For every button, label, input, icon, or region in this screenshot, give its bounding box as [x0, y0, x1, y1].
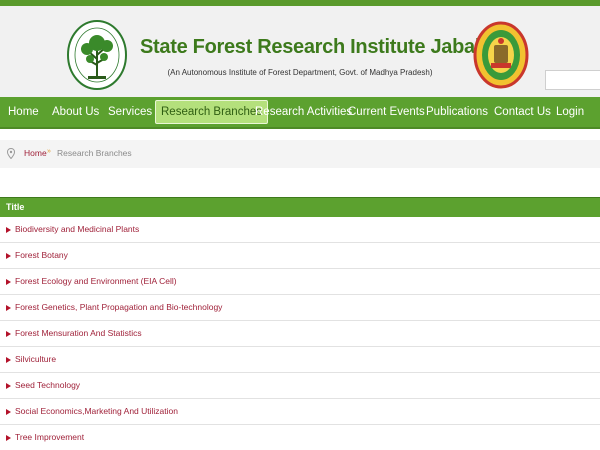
table-row: Biodiversity and Medicinal Plants — [0, 217, 600, 243]
main-nav: Home About Us Services Research Branches… — [0, 97, 600, 129]
nav-login[interactable]: Login — [556, 97, 584, 127]
research-branch-link[interactable]: Biodiversity and Medicinal Plants — [15, 224, 139, 234]
nav-research-branches[interactable]: Research Branches — [155, 100, 268, 124]
nav-services[interactable]: Services — [108, 97, 152, 127]
table-row: Silviculture — [0, 347, 600, 373]
table-row: Tree Improvement — [0, 425, 600, 450]
research-branch-link[interactable]: Silviculture — [15, 354, 56, 364]
table-row: Forest Botany — [0, 243, 600, 269]
caret-right-icon — [6, 331, 11, 337]
caret-right-icon — [6, 409, 11, 415]
research-branch-link[interactable]: Forest Genetics, Plant Propagation and B… — [15, 302, 222, 312]
search-box[interactable] — [545, 70, 600, 90]
caret-right-icon — [6, 383, 11, 389]
nav-publications[interactable]: Publications — [426, 97, 488, 127]
table-header: Title — [0, 197, 600, 217]
nav-current-events[interactable]: Current Events — [348, 97, 425, 127]
site-title: State Forest Research Institute Jabalpur — [140, 36, 512, 58]
site-subtitle: (An Autonomous Institute of Forest Depar… — [167, 68, 433, 77]
research-branch-link[interactable]: Forest Mensuration And Statistics — [15, 328, 142, 338]
table-row: Forest Mensuration And Statistics — [0, 321, 600, 347]
caret-right-icon — [6, 305, 11, 311]
breadcrumb: Home » Research Branches — [0, 140, 600, 168]
breadcrumb-current: Research Branches — [57, 148, 132, 158]
research-branch-link[interactable]: Tree Improvement — [15, 432, 84, 442]
caret-right-icon — [6, 357, 11, 363]
caret-right-icon — [6, 253, 11, 259]
state-emblem-icon — [473, 21, 529, 89]
breadcrumb-home-link[interactable]: Home — [24, 148, 47, 158]
table-row: Seed Technology — [0, 373, 600, 399]
table-row: Forest Ecology and Environment (EIA Cell… — [0, 269, 600, 295]
nav-contact-us[interactable]: Contact Us — [494, 97, 551, 127]
table-row: Forest Genetics, Plant Propagation and B… — [0, 295, 600, 321]
research-branch-link[interactable]: Social Economics,Marketing And Utilizati… — [15, 406, 178, 416]
breadcrumb-separator: » — [47, 148, 51, 155]
table-header-title[interactable]: Title — [6, 202, 24, 212]
nav-about-us[interactable]: About Us — [52, 97, 99, 127]
nav-research-activities[interactable]: Research Activities — [255, 97, 352, 127]
search-input[interactable] — [546, 72, 600, 90]
nav-home[interactable]: Home — [8, 97, 39, 127]
table-row: Social Economics,Marketing And Utilizati… — [0, 399, 600, 425]
research-branch-link[interactable]: Forest Botany — [15, 250, 68, 260]
caret-right-icon — [6, 227, 11, 233]
map-pin-icon — [7, 148, 15, 159]
sfri-tree-logo-icon[interactable] — [66, 19, 128, 91]
site-header: State Forest Research Institute Jabalpur… — [0, 0, 600, 97]
caret-right-icon — [6, 279, 11, 285]
caret-right-icon — [6, 435, 11, 441]
research-branch-link[interactable]: Seed Technology — [15, 380, 80, 390]
research-branch-link[interactable]: Forest Ecology and Environment (EIA Cell… — [15, 276, 177, 286]
